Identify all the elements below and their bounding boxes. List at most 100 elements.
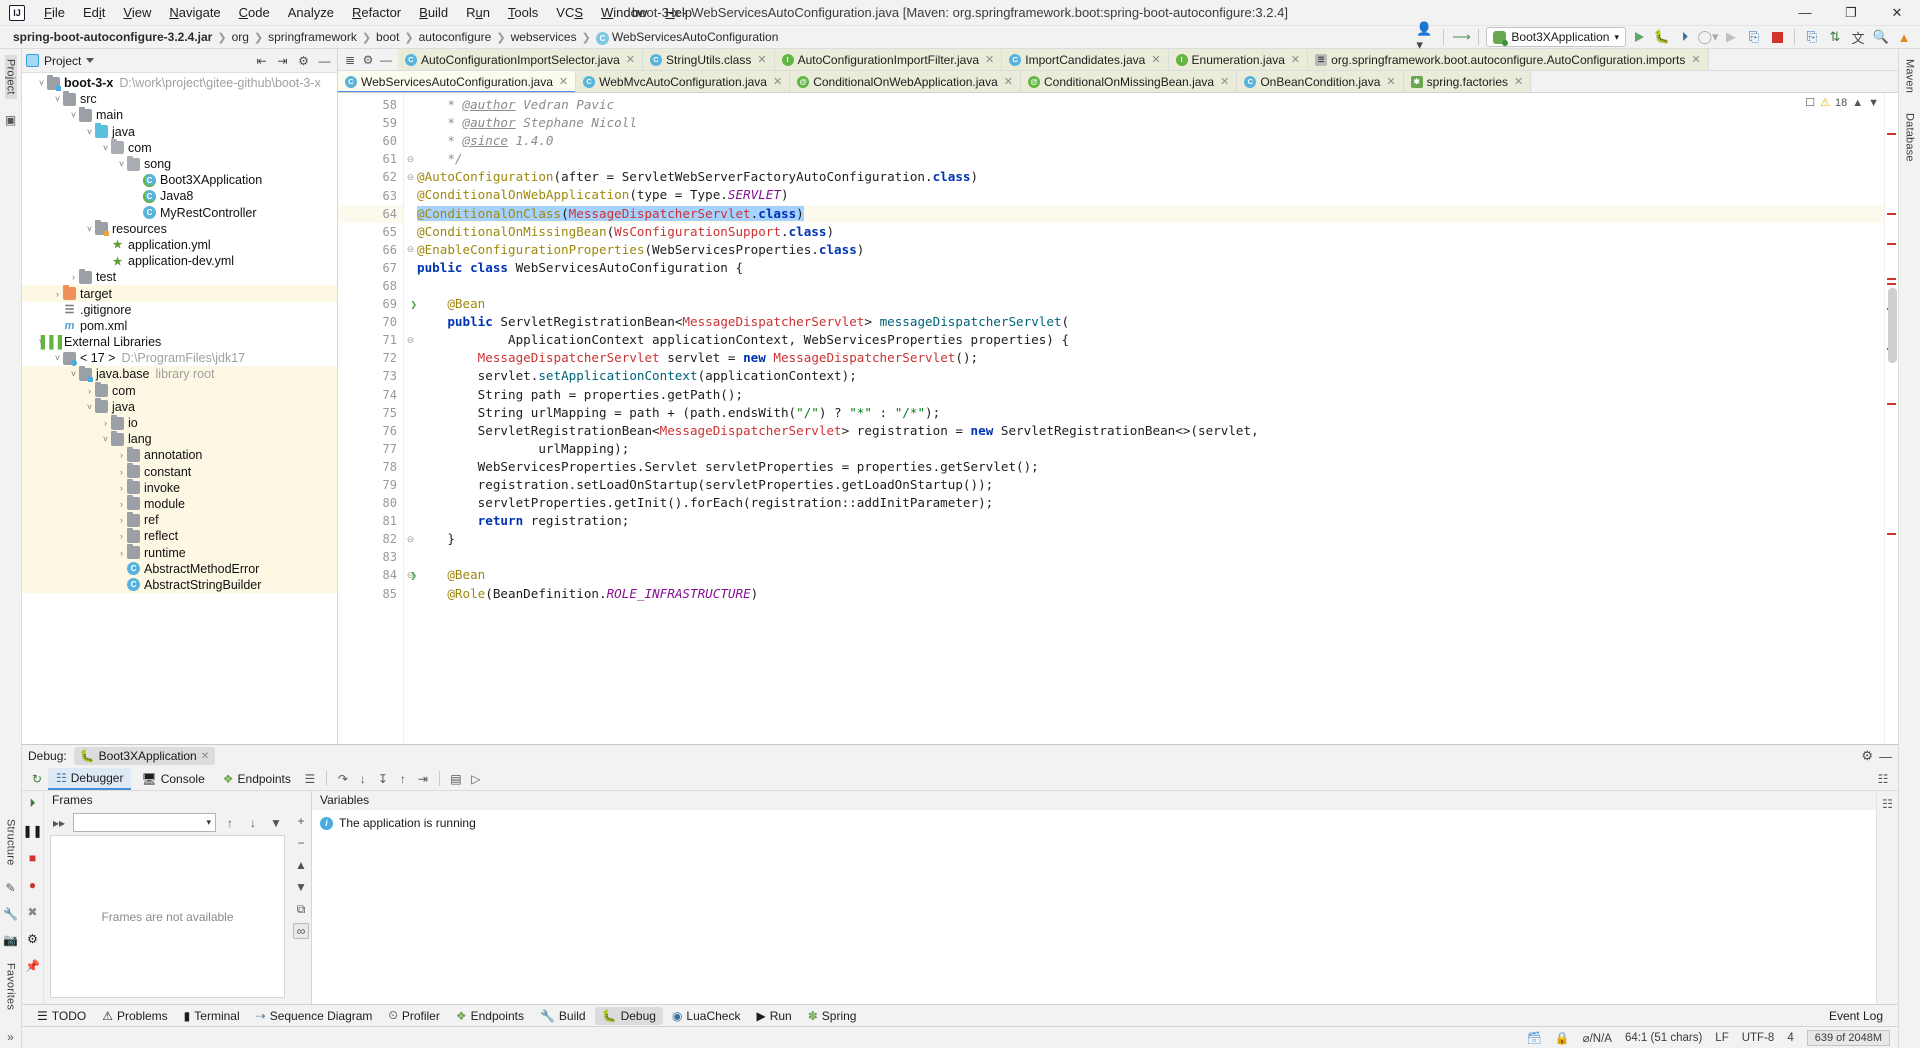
- back-arrow-icon[interactable]: ⟶: [1451, 27, 1471, 47]
- close-icon[interactable]: ✕: [1514, 75, 1523, 88]
- editor-tab[interactable]: I AutoConfigurationImportFilter.java ✕: [774, 49, 1003, 70]
- code-line[interactable]: ApplicationContext applicationContext, W…: [417, 331, 1884, 349]
- error-stripe-mark[interactable]: [1887, 403, 1896, 405]
- breadcrumb-boot[interactable]: boot: [372, 29, 403, 45]
- notification-icon[interactable]: ▲: [1894, 27, 1914, 47]
- gutter-line[interactable]: 80: [338, 494, 403, 512]
- copy-frames-icon[interactable]: ⧉: [293, 901, 309, 917]
- close-icon[interactable]: ✕: [1220, 75, 1229, 88]
- close-icon[interactable]: ✕: [1004, 75, 1013, 88]
- close-icon[interactable]: ✕: [626, 53, 635, 66]
- step-out-icon[interactable]: ↑: [394, 770, 412, 788]
- error-stripe-mark[interactable]: [1887, 278, 1896, 280]
- code-line[interactable]: [417, 277, 1884, 295]
- scrollbar-thumb[interactable]: [1888, 288, 1897, 363]
- toolstrip-endpoints[interactable]: ❖ Endpoints: [449, 1007, 531, 1025]
- editor-tab[interactable]: C OnBeanCondition.java ✕: [1237, 71, 1404, 92]
- frames-down-icon[interactable]: ▼: [293, 879, 309, 895]
- menu-item-refactor[interactable]: Refactor: [343, 2, 410, 23]
- debug-session-tab[interactable]: 🐛 Boot3XApplication ✕: [73, 747, 216, 765]
- mute-breakpoints-rail-icon[interactable]: ✖: [27, 905, 37, 919]
- bookmarks-icon[interactable]: ✎: [5, 881, 15, 895]
- editor-tab[interactable]: C StringUtils.class ✕: [643, 49, 775, 70]
- status-line-separator[interactable]: LF: [1715, 1032, 1728, 1044]
- chevron-down-icon[interactable]: ˅: [84, 402, 95, 412]
- settings-rail-icon[interactable]: ⚙: [27, 932, 38, 946]
- expand-all-icon[interactable]: ⇤: [253, 52, 270, 69]
- chevron-right-icon[interactable]: ›: [100, 418, 111, 428]
- add-frame-icon[interactable]: +: [293, 813, 309, 829]
- next-problem-icon[interactable]: ▼: [1868, 97, 1879, 109]
- gutter-line[interactable]: 59: [338, 114, 403, 132]
- gutter-line[interactable]: 85: [338, 585, 403, 603]
- chevron-down-icon[interactable]: [86, 58, 95, 63]
- rerun-button[interactable]: ▶: [1721, 27, 1741, 47]
- tree-node[interactable]: ˅ < 17 > D:\ProgramFiles\jdk17: [22, 350, 337, 366]
- fold-marker[interactable]: ⊖: [404, 150, 417, 168]
- update-icon[interactable]: ⇅: [1825, 27, 1845, 47]
- filter-frames-icon[interactable]: ▼: [267, 814, 285, 832]
- tree-node[interactable]: ˅ java: [22, 398, 337, 415]
- tree-node[interactable]: › test: [22, 268, 337, 285]
- gutter-line[interactable]: 81: [338, 512, 403, 530]
- remove-frame-icon[interactable]: −: [293, 835, 309, 851]
- gutter-line[interactable]: 69 ❯: [338, 295, 417, 313]
- gutter-line[interactable]: 78: [338, 458, 403, 476]
- menu-item-vcs[interactable]: VCS: [547, 2, 592, 23]
- menu-item-analyze[interactable]: Analyze: [279, 2, 343, 23]
- chevron-down-icon[interactable]: ˅: [52, 353, 63, 363]
- gutter-line[interactable]: 76: [338, 422, 403, 440]
- tree-node[interactable]: › annotation: [22, 446, 337, 464]
- close-icon[interactable]: ✕: [757, 53, 766, 66]
- editor-tab[interactable]: @ ConditionalOnWebApplication.java ✕: [790, 71, 1021, 92]
- code-line[interactable]: @ConditionalOnMissingBean(WsConfiguratio…: [417, 223, 1884, 241]
- layout-settings-icon[interactable]: ☰: [301, 770, 319, 788]
- inspect-icon[interactable]: ⎘: [1802, 27, 1822, 47]
- editor-fold-column[interactable]: ⊖ ⊖ ⊖ ⊖ ⊖ ⊖: [404, 93, 417, 744]
- error-stripe-mark[interactable]: [1887, 243, 1896, 245]
- error-stripe-mark[interactable]: [1887, 133, 1896, 135]
- view-breakpoints-icon[interactable]: ●: [29, 878, 36, 892]
- close-button[interactable]: ✕: [1874, 0, 1920, 26]
- breadcrumb[interactable]: spring-boot-autoconfigure-3.2.4.jar ❯ or…: [0, 29, 782, 46]
- gutter-line[interactable]: 77: [338, 440, 403, 458]
- chevron-right-icon[interactable]: ›: [68, 272, 79, 282]
- gutter-line[interactable]: 67: [338, 259, 403, 277]
- tabs-list-icon[interactable]: ≣: [342, 52, 358, 68]
- gutter-line[interactable]: 74: [338, 386, 403, 404]
- run-to-cursor-icon[interactable]: ⇥: [414, 770, 432, 788]
- gear-icon[interactable]: ⚙: [295, 52, 312, 69]
- toolstrip-terminal[interactable]: ▮ Terminal: [177, 1007, 247, 1025]
- editor-tabs-2[interactable]: C WebServicesAutoConfiguration.java ✕ C WebM…: [338, 71, 1532, 92]
- close-icon[interactable]: ✕: [985, 53, 994, 66]
- gutter-line[interactable]: 84 ❯: [338, 566, 417, 584]
- close-icon[interactable]: ✕: [559, 75, 568, 88]
- gutter-line[interactable]: 79: [338, 476, 403, 494]
- run-button[interactable]: [1629, 27, 1649, 47]
- toolstrip-problems[interactable]: ⚠ Problems: [95, 1007, 174, 1025]
- tree-node[interactable]: ˅ main: [22, 106, 337, 123]
- editor-tab[interactable]: C AutoConfigurationImportSelector.java ✕: [398, 49, 643, 70]
- variables-content[interactable]: i The application is running: [312, 810, 1876, 1004]
- gutter-line[interactable]: 58: [338, 96, 403, 114]
- code-line[interactable]: [417, 548, 1884, 566]
- tree-node[interactable]: › module: [22, 495, 337, 513]
- tree-node[interactable]: ˅ lang: [22, 430, 337, 448]
- chevron-right-icon[interactable]: ›: [116, 450, 127, 460]
- build-rail-icon[interactable]: 🔧: [3, 907, 18, 921]
- error-stripe-mark[interactable]: [1887, 213, 1896, 215]
- menu-item-file[interactable]: File: [35, 2, 74, 23]
- gutter-line[interactable]: 65: [338, 223, 403, 241]
- chevron-right-icon[interactable]: ›: [116, 515, 127, 525]
- project-tree[interactable]: ˅ boot-3-x D:\work\project\gitee-github\bo…: [22, 73, 337, 744]
- gutter-line[interactable]: 68: [338, 277, 403, 295]
- tree-node[interactable]: › com: [22, 382, 337, 399]
- fold-marker[interactable]: ⊖: [404, 241, 417, 259]
- maximize-button[interactable]: ❐: [1828, 0, 1874, 26]
- status-indent[interactable]: 4: [1787, 1032, 1793, 1044]
- resume-program-icon[interactable]: ⏵: [29, 796, 35, 811]
- evaluate-expression-icon[interactable]: ▤: [447, 770, 465, 788]
- main-menu[interactable]: File Edit View Navigate Code Analyze Ref…: [35, 2, 701, 23]
- user-icon[interactable]: 👤▾: [1416, 21, 1436, 52]
- minimize-icon[interactable]: —: [1879, 749, 1892, 764]
